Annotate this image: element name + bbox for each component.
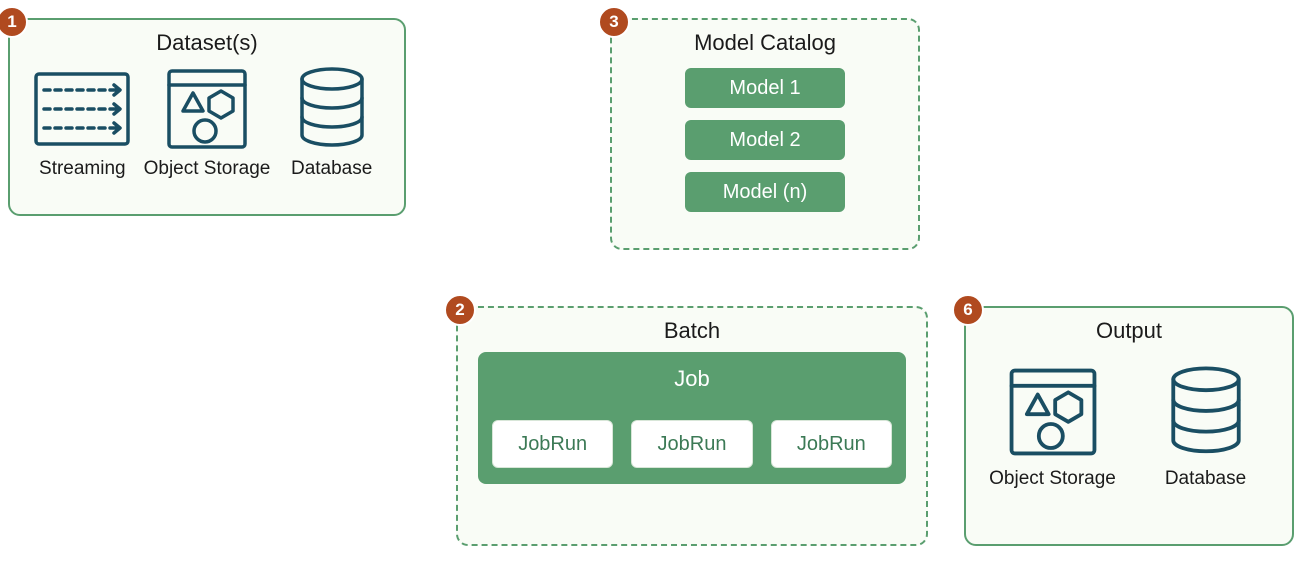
- jobrun-row: JobRun JobRun JobRun: [492, 420, 892, 468]
- database-item: Database: [273, 64, 391, 180]
- model-catalog-panel: 3 Model Catalog Model 1 Model 2 Model (n…: [610, 18, 920, 250]
- datasets-title: Dataset(s): [10, 30, 404, 56]
- object-storage-icon: [1005, 362, 1101, 462]
- jobrun-3: JobRun: [771, 420, 892, 468]
- output-database-label: Database: [1165, 468, 1246, 490]
- jobrun-2: JobRun: [631, 420, 752, 468]
- job-label: Job: [492, 366, 892, 392]
- model-catalog-title: Model Catalog: [612, 30, 918, 56]
- output-object-storage-item: Object Storage: [978, 362, 1128, 490]
- datasets-panel: 1 Dataset(s) Stream: [8, 18, 406, 216]
- streaming-label: Streaming: [39, 158, 126, 180]
- streaming-icon: [32, 64, 132, 154]
- output-row: Object Storage Database: [966, 352, 1292, 490]
- batch-badge: 2: [444, 294, 476, 326]
- model-chip-1: Model 1: [685, 68, 845, 108]
- database-icon: [1163, 362, 1249, 462]
- database-label: Database: [291, 158, 372, 180]
- object-storage-icon: [163, 64, 251, 154]
- model-chip-2: Model 2: [685, 120, 845, 160]
- model-chip-n: Model (n): [685, 172, 845, 212]
- output-title: Output: [966, 318, 1292, 344]
- batch-panel: 2 Batch Job JobRun JobRun JobRun: [456, 306, 928, 546]
- jobrun-1: JobRun: [492, 420, 613, 468]
- object-storage-label: Object Storage: [144, 158, 271, 180]
- object-storage-item: Object Storage: [148, 64, 266, 180]
- output-database-item: Database: [1131, 362, 1281, 490]
- database-icon: [293, 64, 371, 154]
- output-panel: 6 Output Object Storage: [964, 306, 1294, 546]
- output-badge: 6: [952, 294, 984, 326]
- model-catalog-badge: 3: [598, 6, 630, 38]
- streaming-item: Streaming: [23, 64, 141, 180]
- datasets-row: Streaming Object Storage: [10, 64, 404, 180]
- model-list: Model 1 Model 2 Model (n): [612, 64, 918, 222]
- job-box: Job JobRun JobRun JobRun: [478, 352, 906, 484]
- batch-title: Batch: [458, 318, 926, 344]
- output-object-storage-label: Object Storage: [989, 468, 1116, 490]
